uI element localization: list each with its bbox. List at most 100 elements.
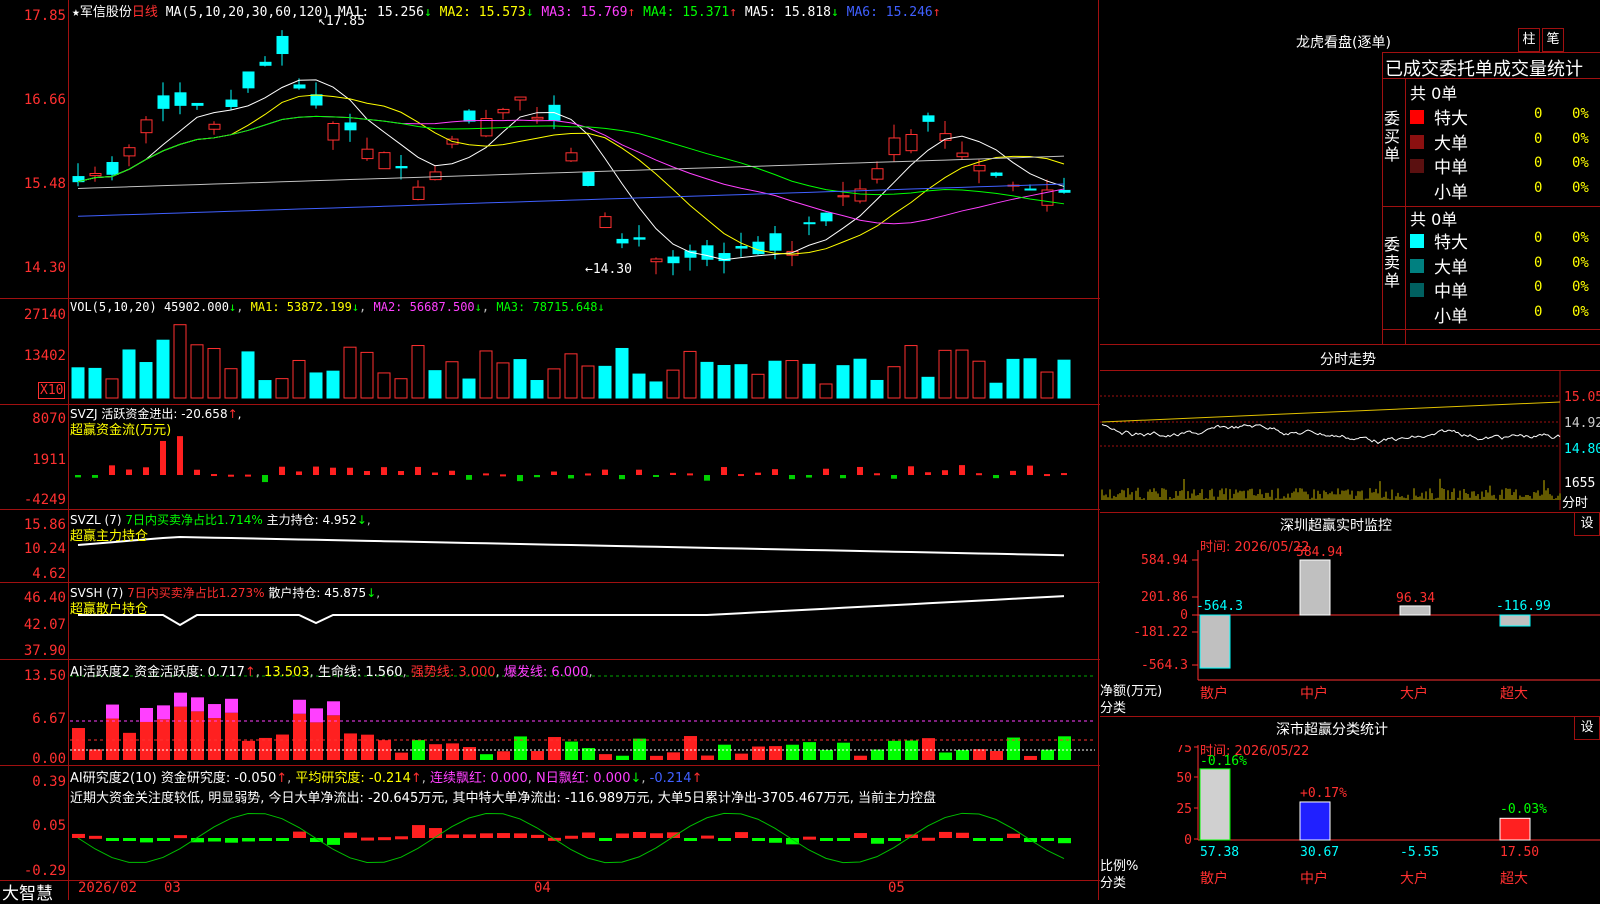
candle-body <box>208 123 221 130</box>
class-bar <box>1499 817 1531 841</box>
monitor-axis-label: -181.22 <box>1133 625 1188 640</box>
legend-swatch <box>1410 283 1424 297</box>
period-label[interactable]: 日线 <box>132 5 158 20</box>
fund-flow-bar <box>959 465 965 475</box>
research-bar <box>803 836 816 840</box>
activity-bar <box>1058 736 1071 760</box>
fund-flow-bar <box>92 475 98 478</box>
monitor-bar-label: 96.34 <box>1396 591 1435 606</box>
research-bar <box>225 838 238 843</box>
activity-bar <box>854 755 867 760</box>
volume-bar <box>105 378 119 399</box>
research-bar <box>412 825 425 838</box>
candle-body <box>837 195 850 198</box>
vol-header: VOL(5,10,20) 45902.000↓, MA1: 53872.199↓… <box>70 300 605 314</box>
class-axis-label: 25 <box>1176 802 1192 817</box>
volume-bar <box>428 370 442 399</box>
volume-bar <box>445 361 459 399</box>
fund-flow-bar <box>466 475 472 480</box>
fund-flow-bar <box>364 471 370 475</box>
research-bar <box>616 833 629 838</box>
activity-bar <box>803 742 816 760</box>
fund-flow-bar <box>738 474 744 477</box>
svzj-axis-label: -4249 <box>23 492 66 508</box>
order-type-label: 特大 <box>1434 109 1468 129</box>
volume-bar <box>360 351 374 399</box>
volume-bar <box>275 378 289 399</box>
volume-bar <box>819 383 833 399</box>
research-bar <box>106 838 119 841</box>
category-label: 超大 <box>1500 871 1528 887</box>
fund-flow-bar <box>262 475 268 483</box>
candle-body <box>225 99 238 108</box>
monitor-xlabel: 分类 <box>1100 701 1127 716</box>
svsh-sub: 超赢散户持仓 <box>70 602 149 617</box>
research-bar <box>1007 833 1020 838</box>
svzj-axis-label: 8070 <box>32 411 66 427</box>
candle-body <box>123 147 136 157</box>
volume-bar <box>292 359 306 399</box>
ai-res-axis-label: 0.05 <box>32 818 66 834</box>
ma-value: MA6: 15.246↑ <box>838 5 941 20</box>
tick-mode-button[interactable]: 笔 <box>1542 28 1564 52</box>
main-holding-line <box>77 535 1065 557</box>
main-header: ★军信股份日线 MA(5,10,20,30,60,120) MA1: 15.25… <box>72 5 941 20</box>
intraday-vol-label: 1655 <box>1564 476 1596 491</box>
monitor-settings-button[interactable]: 设 <box>1574 512 1600 536</box>
candle-body <box>803 222 816 225</box>
ai-res-axis-label: -0.29 <box>23 863 66 879</box>
main-chart-area[interactable]: 17.85 16.66 15.48 14.30 ★军信股份日线 MA(5,10,… <box>0 0 1100 904</box>
stock-name[interactable]: 军信股份 <box>80 5 132 20</box>
class-top-label: -0.16% <box>1200 754 1247 769</box>
volume-bar <box>921 376 935 399</box>
research-bar <box>208 838 221 842</box>
candle-body <box>480 118 493 137</box>
candle-body <box>701 245 714 260</box>
candle-body <box>395 166 408 169</box>
fund-flow-bar <box>806 475 812 478</box>
activity-bar <box>106 718 119 760</box>
order-count: 0 <box>1534 179 1543 196</box>
activity-bar <box>599 754 612 760</box>
research-bar <box>990 838 1003 841</box>
fund-flow-bar <box>483 473 489 476</box>
activity-bar <box>973 749 986 760</box>
svzl-axis-label: 10.24 <box>23 541 66 557</box>
activity-bar <box>276 734 289 760</box>
date-label: 2026/02 <box>78 880 138 896</box>
research-bar <box>684 838 697 841</box>
fund-flow-bar <box>398 471 404 475</box>
research-bar <box>480 833 493 838</box>
fund-flow-bar <box>551 471 557 475</box>
ma-label: MA(5,10,20,30,60,120) <box>165 5 331 20</box>
research-bar <box>752 838 765 841</box>
date-label: 03 <box>164 880 181 896</box>
fund-flow-bar <box>585 473 591 476</box>
class-xlabel: 分类 <box>1100 876 1127 891</box>
activity-bar <box>633 738 646 760</box>
order-percent: 0% <box>1572 106 1589 122</box>
category-label: 散户 <box>1200 685 1228 702</box>
fund-flow-bar <box>194 469 200 475</box>
research-bar <box>72 833 85 838</box>
research-bar <box>446 834 459 838</box>
activity-bar <box>820 749 833 760</box>
order-type-label: 中单 <box>1434 158 1468 178</box>
ai-res-comment: 近期大资金关注度较低, 明显弱势, 今日大单净流出: -20.645万元, 其中… <box>70 791 936 806</box>
activity-peak <box>174 692 187 707</box>
volume-bar <box>343 346 357 399</box>
bar-mode-button[interactable]: 柱 <box>1518 28 1540 52</box>
fund-flow-bar <box>653 475 659 477</box>
candle-body <box>106 162 119 175</box>
intraday-chart[interactable] <box>1100 370 1600 510</box>
chart-canvas <box>70 30 1095 864</box>
candle-body <box>973 164 986 172</box>
fund-flow-bar <box>75 475 81 478</box>
fund-flow-bar <box>619 475 625 480</box>
candle-body <box>140 119 153 134</box>
activity-bar <box>701 755 714 760</box>
class-top-label: -0.03% <box>1500 802 1547 817</box>
research-bar <box>565 835 578 839</box>
class-settings-button[interactable]: 设 <box>1574 716 1600 740</box>
fund-flow-bar <box>568 475 574 479</box>
